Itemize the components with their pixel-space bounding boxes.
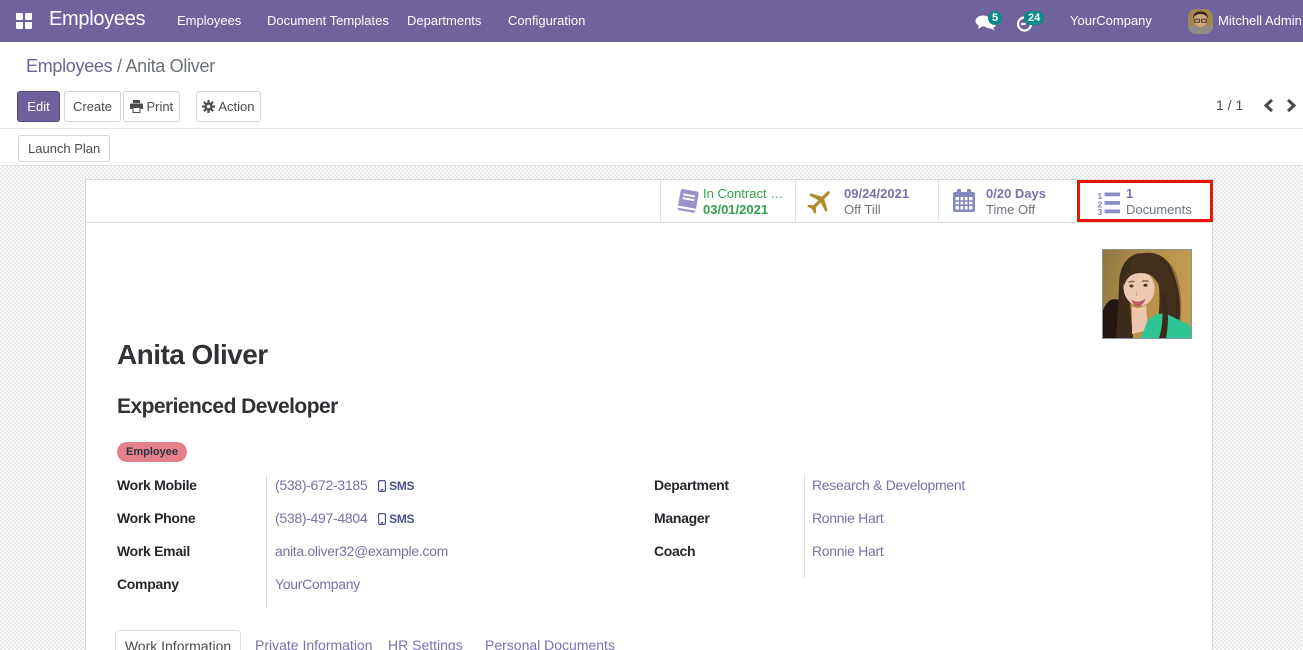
svg-text:3: 3 (1098, 207, 1103, 215)
